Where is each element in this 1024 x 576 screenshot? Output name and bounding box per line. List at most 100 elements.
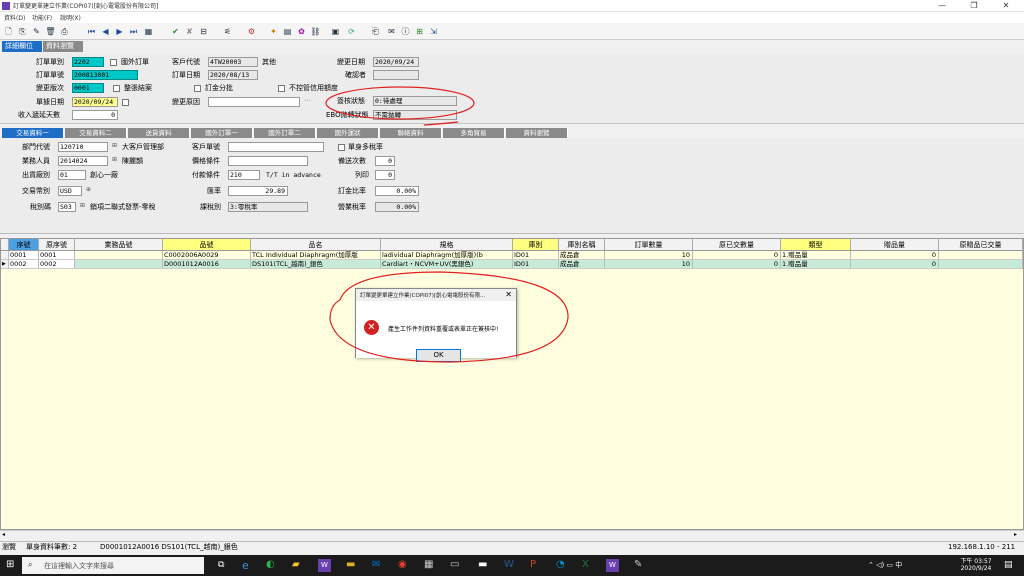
close-checkbox[interactable]: [113, 85, 120, 92]
outlook-icon[interactable]: ✉: [372, 559, 380, 570]
copy-icon[interactable]: ⎘: [17, 26, 28, 37]
dept-lookup-icon[interactable]: ⊞: [112, 142, 117, 149]
cell[interactable]: ID01: [513, 251, 559, 260]
settings-icon[interactable]: ⚙: [246, 26, 257, 37]
rate-field[interactable]: 29.89: [228, 186, 288, 196]
paint-icon[interactable]: ✎: [634, 559, 642, 570]
col-header[interactable]: 類型: [781, 239, 851, 251]
cell[interactable]: [939, 260, 1023, 269]
tab-foreign-2[interactable]: 國外訂單二: [254, 128, 316, 138]
report-icon[interactable]: ▤: [282, 26, 293, 37]
erp-app-icon[interactable]: W: [318, 559, 331, 572]
col-header[interactable]: 原已交數量: [693, 239, 781, 251]
cell[interactable]: 0002: [39, 260, 75, 269]
exit-icon[interactable]: ⇲: [428, 26, 439, 37]
word-icon[interactable]: W: [504, 559, 514, 570]
tab-delivery[interactable]: 送貨資料: [128, 128, 190, 138]
ship-field[interactable]: 01: [58, 170, 86, 180]
multi-tax-checkbox[interactable]: [338, 144, 345, 151]
mail-icon[interactable]: ✉: [386, 26, 397, 37]
doc-date-field[interactable]: 2020/09/24: [72, 97, 118, 107]
powerpoint-icon[interactable]: P: [530, 559, 536, 570]
cust-code-field[interactable]: 4TW20003: [208, 57, 258, 67]
notification-icon[interactable]: ▤: [1004, 560, 1013, 570]
dept-field[interactable]: 120710: [58, 142, 108, 152]
deposit-rate-field[interactable]: 0.00%: [375, 186, 419, 196]
calculator-icon[interactable]: ▦: [424, 559, 433, 570]
cell[interactable]: 成品倉: [559, 251, 605, 260]
confirm-icon[interactable]: ✔: [170, 26, 181, 37]
clock-time[interactable]: 下午 03:57: [960, 556, 992, 565]
col-header[interactable]: 序號: [9, 239, 39, 251]
order-date-field[interactable]: 2020/08/13: [208, 70, 258, 80]
edit-icon[interactable]: ✎: [31, 26, 42, 37]
foreign-order-checkbox[interactable]: [110, 59, 117, 66]
order-type-field[interactable]: 2202: [72, 57, 104, 67]
task-view-icon[interactable]: ⧉: [218, 560, 224, 570]
cell[interactable]: D0001012A0016: [163, 260, 251, 269]
edge-new-icon[interactable]: ◐: [266, 559, 275, 570]
save-icon[interactable]: ⊟: [198, 26, 209, 37]
filter-icon[interactable]: ⚟: [222, 26, 233, 37]
tab-foreign-1[interactable]: 國外訂單一: [191, 128, 253, 138]
close-button[interactable]: ✕: [990, 0, 1022, 12]
folder-icon[interactable]: ▬: [346, 559, 355, 570]
tray-icons[interactable]: ⌃ ◁) ▭ 中: [868, 560, 902, 570]
sales-lookup-icon[interactable]: ⊞: [112, 156, 117, 163]
dialog-close-button[interactable]: ✕: [505, 290, 512, 299]
horizontal-scrollbar[interactable]: ◂ ▸: [0, 530, 1024, 539]
delete-icon[interactable]: 🗑: [45, 26, 56, 37]
current-row-icon[interactable]: ▶: [1, 260, 9, 269]
chrome-icon[interactable]: ◉: [398, 559, 407, 570]
cell[interactable]: 0: [851, 260, 939, 269]
tab-foreign-ship[interactable]: 國外運狀: [317, 128, 379, 138]
first-icon[interactable]: ⏮: [86, 26, 97, 37]
col-header[interactable]: 原序號: [39, 239, 75, 251]
ok-button[interactable]: OK: [416, 349, 461, 362]
menu-help[interactable]: 說明(X): [60, 13, 81, 22]
display-icon[interactable]: ▬: [478, 559, 487, 570]
taskbar-search[interactable]: ⌕ 在這裡輸入文字來搜尋: [22, 557, 204, 574]
col-field[interactable]: 0: [375, 170, 395, 180]
table-row[interactable]: ▶ 0002 0002 D0001012A0016 DS101(TCL_越南)_…: [1, 260, 1023, 269]
change-reason-field[interactable]: [208, 97, 300, 107]
file-explorer-icon[interactable]: ▰: [292, 559, 300, 570]
cell[interactable]: [75, 251, 163, 260]
prev-icon[interactable]: ◀: [100, 26, 111, 37]
tab-browse-2[interactable]: 資料瀏覽: [506, 128, 568, 138]
credit-checkbox[interactable]: [278, 85, 285, 92]
col-header[interactable]: 品號: [163, 239, 251, 251]
erp-app-icon-2[interactable]: W: [606, 559, 619, 572]
tab-detail[interactable]: 詳細欄位: [2, 41, 42, 52]
cancel-icon[interactable]: ✘: [184, 26, 195, 37]
table-row[interactable]: 0001 0001 C0002006A0029 TCL Individual D…: [1, 251, 1023, 260]
calc-icon[interactable]: ▣: [330, 26, 341, 37]
new-icon[interactable]: 🗋: [3, 26, 14, 37]
cell[interactable]: Cardiart・NCVM+UV(黑銀色): [381, 260, 513, 269]
cell[interactable]: C0002006A0029: [163, 251, 251, 260]
scroll-right-icon[interactable]: ▸: [1014, 531, 1017, 538]
cell[interactable]: 0001: [9, 251, 39, 260]
edge-icon[interactable]: e: [242, 559, 249, 572]
currency-lookup-icon[interactable]: ⊕: [86, 186, 91, 193]
tax-type-select[interactable]: 3:零稅率: [228, 202, 308, 212]
recv-days-field[interactable]: 0: [72, 110, 118, 120]
col-header[interactable]: 訂單數量: [605, 239, 693, 251]
link-icon[interactable]: ⛓: [310, 26, 321, 37]
col-header[interactable]: 業務品號: [75, 239, 163, 251]
cell[interactable]: DS101(TCL_越南)_銀色: [251, 260, 381, 269]
sales-field[interactable]: 2014024: [58, 156, 108, 166]
cell[interactable]: 0: [693, 260, 781, 269]
tab-trade-2[interactable]: 交易資料二: [65, 128, 127, 138]
change-date-field[interactable]: 2020/09/24: [373, 57, 419, 67]
maximize-button[interactable]: ❐: [958, 0, 990, 12]
cell[interactable]: 10: [605, 260, 693, 269]
minimize-button[interactable]: —: [926, 0, 958, 12]
cell[interactable]: [939, 251, 1023, 260]
scroll-left-icon[interactable]: ◂: [2, 531, 5, 538]
confirmer-field[interactable]: [373, 70, 419, 80]
windows-start-icon[interactable]: ⊞: [6, 560, 16, 570]
cell[interactable]: 0: [851, 251, 939, 260]
chart-icon[interactable]: ✿: [296, 26, 307, 37]
export-icon[interactable]: ⊞: [414, 26, 425, 37]
